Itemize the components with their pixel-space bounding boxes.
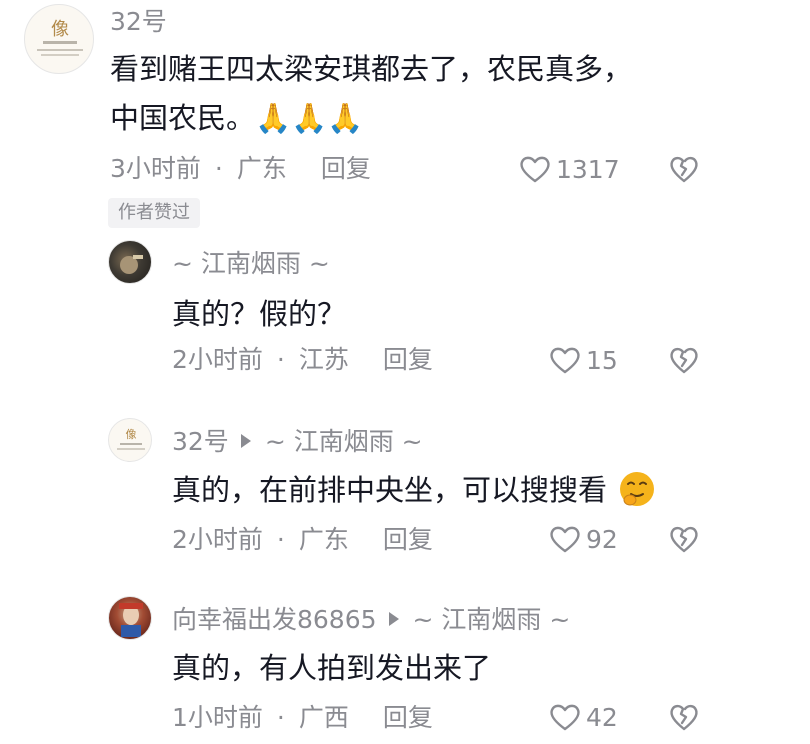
opera-photo-avatar-icon (119, 603, 143, 637)
reply-avatar[interactable] (108, 240, 152, 284)
comment-text-line-2: 中国农民。🙏🙏🙏 (110, 101, 364, 135)
meta-separator: · (276, 525, 285, 554)
reply-button[interactable]: 回复 (383, 525, 433, 554)
reply-location: 广西 (298, 703, 349, 732)
reply-to-username[interactable]: ~ 江南烟雨 ~ (413, 605, 571, 634)
reply-button[interactable]: 回复 (383, 703, 433, 732)
reply-time: 2小时前 (172, 345, 263, 374)
reply-username-row: 32号 ~ 江南烟雨 ~ (172, 429, 423, 454)
meta-separator: · (214, 154, 223, 183)
like-count: 92 (586, 524, 618, 554)
author-liked-badge: 作者赞过 (108, 198, 200, 228)
smirk-emoji-icon (620, 472, 655, 506)
like-button[interactable]: 15 (548, 343, 618, 377)
broken-heart-icon[interactable] (668, 153, 700, 185)
reply-username[interactable]: 32号 (172, 427, 229, 456)
reply-text: 真的，有人拍到发出来了 (172, 651, 492, 685)
reply-avatar[interactable] (108, 596, 152, 640)
reply-arrow-icon (388, 612, 399, 626)
like-count: 1317 (556, 154, 620, 184)
commenter-username[interactable]: 32号 (110, 9, 167, 34)
reply-location: 广东 (298, 525, 349, 554)
comment-text-line-1: 看到赌王四太梁安琪都去了，农民真多， (110, 52, 633, 86)
reply-username[interactable]: 向幸福出发86865 (172, 605, 377, 634)
comment-location: 广东 (236, 154, 287, 183)
like-count: 15 (586, 345, 618, 375)
svg-text:像: 像 (51, 19, 69, 40)
comment-item: 像 32号 看到赌王四太梁安琪都去了，农民真多， 中国农民。🙏🙏🙏 3小时前 · 广… (0, 0, 810, 232)
brand-logo-icon: 像 (117, 428, 145, 450)
heart-outline-icon (520, 156, 550, 183)
comment-time: 3小时前 (110, 154, 201, 183)
heart-outline-icon (550, 704, 580, 731)
broken-heart-icon[interactable] (668, 701, 700, 733)
reply-arrow-icon (240, 434, 251, 448)
reply-meta: 2小时前 · 广东 回复 (172, 527, 433, 552)
reply-meta: 2小时前 · 江苏 回复 (172, 347, 433, 372)
like-button[interactable]: 42 (548, 700, 618, 734)
heart-outline-icon (550, 526, 580, 553)
meta-separator: · (276, 345, 285, 374)
reply-text-row: 真的，在前排中央坐，可以搜搜看 (172, 472, 656, 508)
reply-username-row: 向幸福出发86865 ~ 江南烟雨 ~ (172, 607, 570, 632)
reply-meta: 1小时前 · 广西 回复 (172, 705, 433, 730)
reply-text: 真的，在前排中央坐，可以搜搜看 (172, 473, 608, 507)
brand-logo-icon: 像 (37, 19, 83, 56)
photo-avatar-icon (120, 255, 143, 274)
reply-text: 真的？假的？ (172, 297, 347, 331)
reply-item: 向幸福出发86865 ~ 江南烟雨 ~ 真的，有人拍到发出来了 1小时前 · 广西 回复… (0, 596, 810, 744)
reply-item: ~ 江南烟雨 ~ 真的？假的？ 2小时前 · 江苏 回复 15 (0, 240, 810, 390)
reply-to-username[interactable]: ~ 江南烟雨 ~ (265, 427, 423, 456)
commenter-avatar[interactable]: 像 (24, 4, 94, 74)
reply-avatar[interactable]: 像 (108, 418, 152, 462)
comment-meta: 3小时前 · 广东 回复 (110, 156, 371, 181)
like-button[interactable]: 92 (548, 522, 618, 556)
like-button[interactable]: 1317 (518, 152, 620, 186)
reply-time: 1小时前 (172, 703, 263, 732)
like-count: 42 (586, 702, 618, 732)
broken-heart-icon[interactable] (668, 344, 700, 376)
reply-button[interactable]: 回复 (321, 154, 371, 183)
broken-heart-icon[interactable] (668, 523, 700, 555)
svg-text:像: 像 (126, 428, 137, 441)
reply-username[interactable]: ~ 江南烟雨 ~ (172, 251, 330, 276)
heart-outline-icon (550, 347, 580, 374)
meta-separator: · (276, 703, 285, 732)
reply-time: 2小时前 (172, 525, 263, 554)
reply-item: 像 32号 ~ 江南烟雨 ~ 真的，在前排中央坐，可以搜搜看 2小时前 · 广东 回复 … (0, 418, 810, 568)
reply-button[interactable]: 回复 (383, 345, 433, 374)
reply-location: 江苏 (298, 345, 349, 374)
